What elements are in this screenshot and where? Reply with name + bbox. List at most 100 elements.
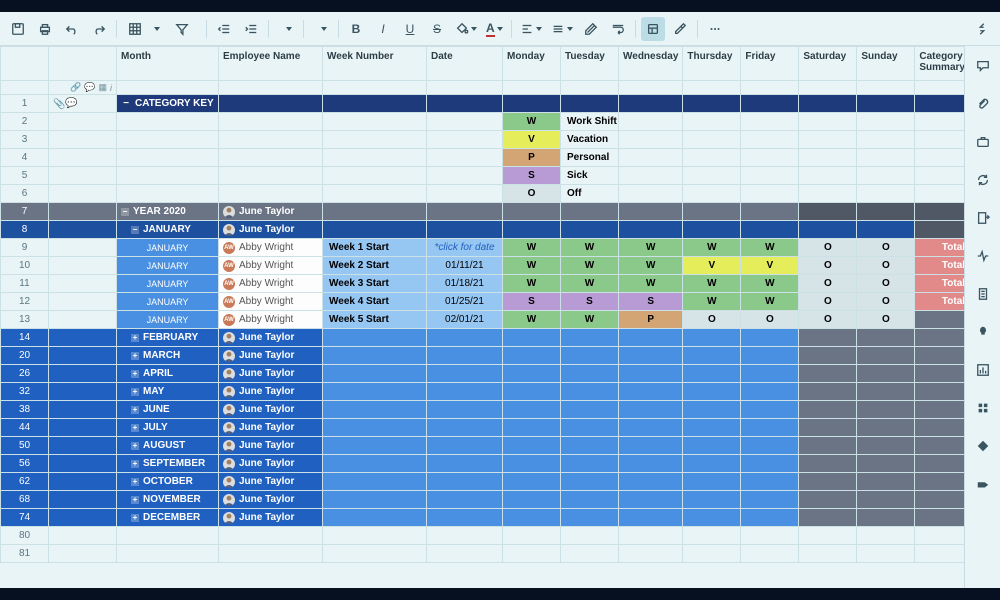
meta-num[interactable] <box>1 81 49 95</box>
expand-icon[interactable]: + <box>131 478 139 486</box>
month-toggle[interactable]: +MARCH <box>117 347 219 365</box>
day-cell[interactable]: O <box>683 311 741 329</box>
expand-icon[interactable]: + <box>131 460 139 468</box>
month-toggle[interactable]: +APRIL <box>117 365 219 383</box>
month-toggle[interactable]: +NOVEMBER <box>117 491 219 509</box>
wrap-text-icon[interactable] <box>606 17 630 41</box>
row-gutter[interactable]: 📎💬 <box>49 95 117 113</box>
week-cell[interactable]: Week 4 Start <box>323 293 427 311</box>
legend-key[interactable]: O <box>503 185 561 203</box>
row-num[interactable]: 68 <box>1 491 49 509</box>
month-toggle[interactable]: +DECEMBER <box>117 509 219 527</box>
redo-icon[interactable] <box>87 17 111 41</box>
day-cell[interactable]: V <box>741 257 799 275</box>
employee-cell[interactable]: June Taylor <box>219 365 323 383</box>
row-num[interactable]: 4 <box>1 149 49 167</box>
row-num[interactable]: 38 <box>1 401 49 419</box>
expand-icon[interactable]: + <box>131 388 139 396</box>
employee-cell[interactable]: June Taylor <box>219 509 323 527</box>
align-h-button[interactable] <box>517 17 545 41</box>
day-cell[interactable]: W <box>741 293 799 311</box>
save-icon[interactable] <box>6 17 30 41</box>
highlight-icon[interactable] <box>668 17 692 41</box>
collapse-icon[interactable]: − <box>121 99 131 109</box>
collapse-icon[interactable] <box>970 17 994 41</box>
date-cell[interactable]: 01/25/21 <box>427 293 503 311</box>
day-cell[interactable]: W <box>561 239 619 257</box>
day-cell[interactable]: O <box>799 257 857 275</box>
month-toggle[interactable]: −JANUARY <box>117 221 219 239</box>
row-num[interactable]: 56 <box>1 455 49 473</box>
category-total[interactable]: Total: <box>915 275 964 293</box>
format-paint-icon[interactable] <box>641 17 665 41</box>
attachments-icon[interactable] <box>971 92 995 116</box>
day-cell[interactable]: W <box>503 311 561 329</box>
day-cell[interactable]: O <box>857 293 915 311</box>
employee-cell[interactable]: June Taylor <box>219 437 323 455</box>
category-key-header[interactable]: −CATEGORY KEY <box>117 95 219 113</box>
collapse-icon[interactable]: − <box>131 226 139 234</box>
col-date[interactable]: Date <box>427 47 503 81</box>
text-color-button[interactable]: A <box>483 17 506 41</box>
legend-label[interactable]: Vacation <box>561 131 619 149</box>
day-cell[interactable]: W <box>619 257 683 275</box>
chart-icon[interactable] <box>971 358 995 382</box>
day-cell[interactable]: W <box>561 257 619 275</box>
row-num[interactable]: 44 <box>1 419 49 437</box>
month-toggle[interactable]: +AUGUST <box>117 437 219 455</box>
legend-key[interactable]: V <box>503 131 561 149</box>
bold-button[interactable]: B <box>344 17 368 41</box>
day-cell[interactable]: V <box>683 257 741 275</box>
legend-key[interactable]: P <box>503 149 561 167</box>
date-cell[interactable]: 02/01/21 <box>427 311 503 329</box>
col-employee[interactable]: Employee Name <box>219 47 323 81</box>
font-size-dropdown[interactable] <box>309 17 333 41</box>
col-monday[interactable]: Monday <box>503 47 561 81</box>
expand-icon[interactable]: + <box>131 442 139 450</box>
expand-icon[interactable]: + <box>131 496 139 504</box>
apps-icon[interactable] <box>971 396 995 420</box>
employee-cell[interactable]: AWAbby Wright <box>219 293 323 311</box>
comments-icon[interactable] <box>971 54 995 78</box>
view-mode-dropdown[interactable] <box>122 17 166 41</box>
underline-button[interactable]: U <box>398 17 422 41</box>
expand-icon[interactable]: + <box>131 406 139 414</box>
col-category[interactable]: Category Summary <box>915 47 964 81</box>
export-icon[interactable] <box>971 206 995 230</box>
clear-format-icon[interactable] <box>579 17 603 41</box>
col-week[interactable]: Week Number <box>323 47 427 81</box>
row-num[interactable]: 3 <box>1 131 49 149</box>
day-cell[interactable]: W <box>619 239 683 257</box>
week-cell[interactable]: Week 1 Start <box>323 239 427 257</box>
align-v-button[interactable] <box>548 17 576 41</box>
month-cell[interactable]: JANUARY <box>117 239 219 257</box>
day-cell[interactable]: S <box>561 293 619 311</box>
italic-button[interactable]: I <box>371 17 395 41</box>
expand-icon[interactable]: + <box>131 514 139 522</box>
corner[interactable] <box>1 47 49 81</box>
category-total[interactable]: Total: <box>915 257 964 275</box>
day-cell[interactable]: O <box>857 275 915 293</box>
employee-cell[interactable]: June Taylor <box>219 473 323 491</box>
row-num[interactable]: 11 <box>1 275 49 293</box>
expand-icon[interactable]: + <box>131 370 139 378</box>
row-num[interactable]: 62 <box>1 473 49 491</box>
row-num[interactable]: 13 <box>1 311 49 329</box>
row-num[interactable]: 14 <box>1 329 49 347</box>
employee-cell[interactable]: June Taylor <box>219 203 323 221</box>
date-cell[interactable]: 01/11/21 <box>427 257 503 275</box>
idea-icon[interactable] <box>971 320 995 344</box>
row-num[interactable]: 32 <box>1 383 49 401</box>
legend-label[interactable]: Personal <box>561 149 619 167</box>
month-toggle[interactable]: +MAY <box>117 383 219 401</box>
day-cell[interactable]: O <box>799 311 857 329</box>
row-num[interactable]: 12 <box>1 293 49 311</box>
day-cell[interactable]: S <box>503 293 561 311</box>
day-cell[interactable]: O <box>857 311 915 329</box>
legend-label[interactable]: Off <box>561 185 619 203</box>
employee-cell[interactable]: June Taylor <box>219 491 323 509</box>
day-cell[interactable]: O <box>799 239 857 257</box>
day-cell[interactable]: W <box>503 275 561 293</box>
week-cell[interactable]: Week 2 Start <box>323 257 427 275</box>
day-cell[interactable]: W <box>741 239 799 257</box>
